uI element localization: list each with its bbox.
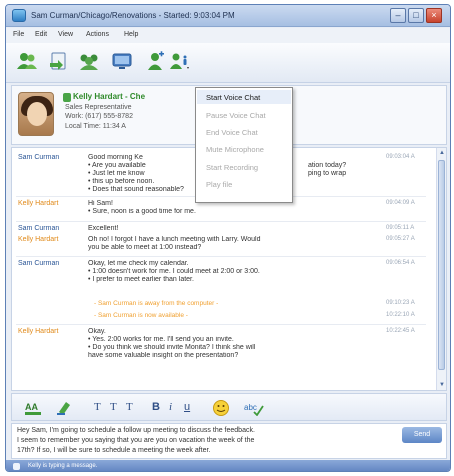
document-icon[interactable] xyxy=(48,51,70,71)
screen-share-icon[interactable] xyxy=(111,51,133,71)
status-bar: Kelly is typing a message. xyxy=(6,460,450,471)
message-line: • Sure, noon is a good time for me. xyxy=(88,208,196,215)
message-line: • 1:00 doesn't work for me. I could meet… xyxy=(88,268,260,275)
chat-window: Sam Curman/Chicago/Renovations - Started… xyxy=(5,4,451,472)
message-sender: Sam Curman xyxy=(18,154,60,161)
contact-name[interactable]: Kelly Hardart - Che xyxy=(73,92,145,101)
menu-file[interactable]: File xyxy=(13,31,24,38)
window-title: Sam Curman/Chicago/Renovations - Started… xyxy=(31,11,235,20)
avatar xyxy=(18,92,54,136)
menu-item-mute-microphone[interactable]: Mute Microphone xyxy=(206,145,264,154)
message-time: 09:10:23 A xyxy=(386,300,415,306)
message-time: 10:22:45 A xyxy=(386,328,415,334)
menu-item-end-voice-chat[interactable]: End Voice Chat xyxy=(206,128,258,137)
font-grow-button[interactable]: T xyxy=(110,400,117,414)
svg-text:abc: abc xyxy=(244,403,257,412)
person-add-icon[interactable] xyxy=(144,51,166,71)
maximize-button[interactable]: □ xyxy=(408,8,424,23)
format-toolbar: AA T T T B i u abc xyxy=(11,393,447,421)
menu-actions[interactable]: Actions xyxy=(86,31,109,38)
menu-item-play-file[interactable]: Play file xyxy=(206,180,232,189)
message-sender: Sam Curman xyxy=(18,225,60,232)
compose-text-line[interactable]: 17th? If so, I will be sure to schedule … xyxy=(17,447,210,454)
message-time: 09:03:04 A xyxy=(386,154,415,160)
font-size-button[interactable]: T xyxy=(94,400,101,414)
message-line: Okay, let me check my calendar. xyxy=(88,260,189,267)
message-line: • Do you think we should invite Monita? … xyxy=(88,344,256,351)
message-line: Excellent! xyxy=(88,225,119,232)
typing-status: Kelly is typing a message. xyxy=(28,463,98,469)
message-sender: Sam Curman xyxy=(18,260,60,267)
font-shrink-button[interactable]: T xyxy=(126,400,133,414)
menu-help[interactable]: Help xyxy=(124,31,138,38)
presence-icon xyxy=(63,93,71,102)
compose-text-line[interactable]: Hey Sam, I'm going to schedule a follow … xyxy=(17,427,255,434)
minimize-button[interactable]: – xyxy=(390,8,406,23)
menu-item-pause-voice-chat[interactable]: Pause Voice Chat xyxy=(206,111,266,120)
message-line: • I prefer to meet earlier than later. xyxy=(88,276,194,283)
message-time: 09:05:27 A xyxy=(386,236,415,242)
message-sender: Kelly Hardart xyxy=(18,328,59,335)
presence-status-line: - Sam Curman is now available - xyxy=(94,312,188,319)
compose-text-line[interactable]: I seem to remember you saying that you a… xyxy=(17,437,254,444)
chat-app-icon xyxy=(12,9,26,22)
svg-text:AA: AA xyxy=(25,402,38,412)
message-line: Okay. xyxy=(88,328,106,335)
message-line: you be able to meet at 1:00 instead? xyxy=(88,244,202,251)
spellcheck-icon[interactable]: abc xyxy=(244,400,264,416)
presence-status-line: - Sam Curman is away from the computer - xyxy=(94,300,219,307)
typing-icon xyxy=(13,463,20,470)
menu-view[interactable]: View xyxy=(58,31,73,38)
chat-scrollbar[interactable]: ▲ ▼ xyxy=(436,148,446,390)
voice-chat-icon[interactable] xyxy=(168,51,190,71)
scroll-up-icon[interactable]: ▲ xyxy=(437,148,446,158)
bold-button[interactable]: B xyxy=(152,400,160,414)
group-icon[interactable] xyxy=(78,51,100,71)
message-time: 09:06:54 A xyxy=(386,260,415,266)
contact-local-time: Local Time: 11:34 A xyxy=(65,123,126,130)
send-button[interactable]: Send xyxy=(402,427,442,443)
title-bar[interactable]: Sam Curman/Chicago/Renovations - Started… xyxy=(6,5,450,27)
message-line: have some valuable insight on the presen… xyxy=(88,352,239,359)
italic-button[interactable]: i xyxy=(169,400,172,414)
emoticon-icon[interactable] xyxy=(212,399,230,417)
message-time: 09:04:09 A xyxy=(386,200,415,206)
voice-chat-menu: Start Voice Chat Pause Voice Chat End Vo… xyxy=(195,87,293,203)
message-line: • Yes. 2:00 works for me. I'll send you … xyxy=(88,336,234,343)
menu-item-start-voice-chat[interactable]: Start Voice Chat xyxy=(206,93,260,102)
menu-bar: File Edit View Actions Help xyxy=(6,28,450,43)
contact-phone: Work: (617) 555-8782 xyxy=(65,113,133,120)
message-compose-area[interactable]: Hey Sam, I'm going to schedule a follow … xyxy=(11,423,447,459)
message-time: 10:22:10 A xyxy=(386,312,415,318)
font-color-icon[interactable]: AA xyxy=(24,400,42,416)
toolbar xyxy=(6,43,450,83)
menu-edit[interactable]: Edit xyxy=(35,31,47,38)
highlight-icon[interactable] xyxy=(56,400,74,416)
menu-item-start-recording[interactable]: Start Recording xyxy=(206,163,258,172)
close-button[interactable]: × xyxy=(426,8,442,23)
underline-button[interactable]: u xyxy=(184,400,190,414)
scroll-thumb[interactable] xyxy=(438,160,445,370)
message-time: 09:05:11 A xyxy=(386,225,415,231)
contact-title: Sales Representative xyxy=(65,104,132,111)
message-overlap-text: ation today? ping to wrap xyxy=(308,162,347,177)
scroll-down-icon[interactable]: ▼ xyxy=(437,380,446,390)
people-icon[interactable] xyxy=(16,51,38,71)
message-sender: Kelly Hardart xyxy=(18,236,59,243)
message-sender: Kelly Hardart xyxy=(18,200,59,207)
message-line: Oh no! I forgot I have a lunch meeting w… xyxy=(88,236,261,243)
